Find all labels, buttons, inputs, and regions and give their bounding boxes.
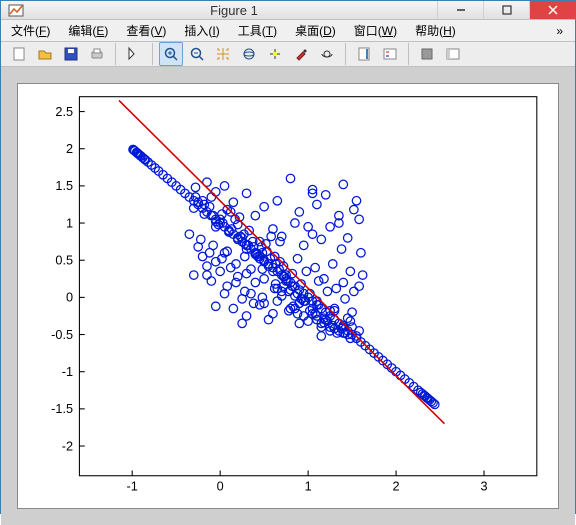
window-title: Figure 1 — [31, 3, 437, 18]
insert-legend-button[interactable] — [378, 42, 402, 66]
hide-tools-button[interactable] — [415, 42, 439, 66]
axes[interactable]: -1 0 1 2 3 -2 -1.5 -1 -0.5 0 0.5 1 1.5 2 2.5 — [18, 84, 558, 508]
canvas-area: -1 0 1 2 3 -2 -1.5 -1 -0.5 0 0.5 1 1.5 2 2.5 — [1, 67, 575, 525]
svg-text:0: 0 — [66, 291, 73, 305]
svg-text:2.5: 2.5 — [55, 105, 73, 119]
svg-text:2: 2 — [393, 480, 400, 494]
svg-text:-1: -1 — [127, 480, 138, 494]
menu-tools[interactable]: 工具(T) — [234, 20, 281, 41]
maximize-button[interactable] — [483, 1, 529, 19]
menu-file[interactable]: 文件(F) — [7, 20, 54, 41]
svg-text:-1: -1 — [62, 365, 73, 379]
new-figure-button[interactable] — [7, 42, 31, 66]
minimize-button[interactable] — [437, 1, 483, 19]
figure-window: Figure 1 文件(F) 编辑(E) 查看(V) 插入(I) 工具(T) 桌… — [0, 0, 576, 514]
menu-edit[interactable]: 编辑(E) — [64, 20, 112, 41]
show-tools-button[interactable] — [441, 42, 465, 66]
brush-button[interactable] — [289, 42, 313, 66]
svg-text:0.5: 0.5 — [55, 253, 73, 267]
print-button[interactable] — [85, 42, 109, 66]
menu-help[interactable]: 帮助(H) — [411, 20, 460, 41]
svg-text:3: 3 — [481, 480, 488, 494]
app-icon — [7, 1, 25, 19]
menubar: 文件(F) 编辑(E) 查看(V) 插入(I) 工具(T) 桌面(D) 窗口(W… — [1, 20, 575, 42]
rotate-3d-button[interactable] — [237, 42, 261, 66]
menu-view[interactable]: 查看(V) — [122, 20, 170, 41]
titlebar[interactable]: Figure 1 — [1, 1, 575, 20]
svg-text:-1.5: -1.5 — [51, 402, 73, 416]
zoom-in-button[interactable] — [159, 42, 183, 66]
svg-text:1: 1 — [66, 216, 73, 230]
svg-text:0: 0 — [217, 480, 224, 494]
svg-text:1: 1 — [305, 480, 312, 494]
menu-window[interactable]: 窗口(W) — [350, 20, 401, 41]
link-data-button[interactable] — [315, 42, 339, 66]
menu-desktop[interactable]: 桌面(D) — [291, 20, 340, 41]
svg-text:-0.5: -0.5 — [51, 328, 73, 342]
zoom-out-button[interactable] — [185, 42, 209, 66]
pan-button[interactable] — [211, 42, 235, 66]
save-button[interactable] — [59, 42, 83, 66]
svg-text:1.5: 1.5 — [55, 179, 73, 193]
menu-insert[interactable]: 插入(I) — [180, 20, 223, 41]
svg-text:-2: -2 — [62, 439, 73, 453]
toolbar — [1, 42, 575, 67]
edit-plot-button[interactable] — [122, 42, 146, 66]
close-button[interactable] — [529, 1, 575, 19]
svg-text:2: 2 — [66, 142, 73, 156]
open-button[interactable] — [33, 42, 57, 66]
insert-colorbar-button[interactable] — [352, 42, 376, 66]
menu-overflow-icon[interactable]: » — [550, 24, 569, 38]
data-cursor-button[interactable] — [263, 42, 287, 66]
plot-frame: -1 0 1 2 3 -2 -1.5 -1 -0.5 0 0.5 1 1.5 2 2.5 — [17, 83, 559, 509]
